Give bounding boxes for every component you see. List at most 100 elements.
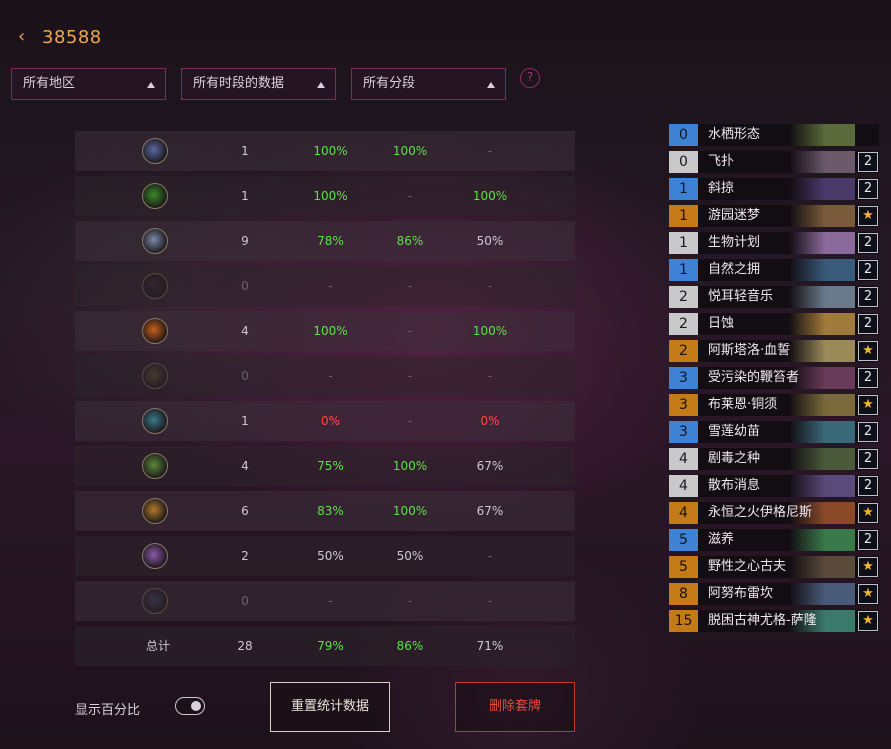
winrate-first: - [407,189,413,203]
table-row[interactable]: 4 75% 100% 67% [75,446,575,486]
table-row[interactable]: 2 50% 50% - [75,536,575,576]
card-row[interactable]: 2 悦耳轻音乐 2 [669,286,879,308]
hunter-class-icon [142,453,168,479]
reset-stats-button[interactable]: 重置统计数据 [270,682,390,732]
card-cost: 5 [669,529,698,551]
class-icon-cell [140,356,170,396]
card-row[interactable]: 1 生物计划 2 [669,232,879,254]
games-count: 1 [241,144,249,158]
legendary-star-icon: ★ [858,503,878,523]
legendary-star-icon: ★ [858,557,878,577]
games-count: 6 [241,504,249,518]
legendary-star-icon: ★ [858,341,878,361]
winrate-second: 100% [472,189,508,203]
back-chevron-icon[interactable]: ‹ [18,26,34,48]
region-filter-dropdown[interactable]: 所有地区 [11,68,166,100]
card-art [789,529,855,551]
winrate-total: 83% [317,504,344,518]
card-name: 永恒之火伊格尼斯 [708,505,813,520]
card-count: 2 [858,179,878,199]
total-label: 总计 [145,639,170,653]
winrate-second: 0% [480,414,500,428]
total-winrate-first: 86% [396,639,424,653]
card-row[interactable]: 15 脱困古神尤格-萨隆 ★ [669,610,879,632]
card-row[interactable]: 3 受污染的鞭笞者 2 [669,367,879,389]
card-art [789,421,855,443]
delete-deck-button[interactable]: 删除套牌 [455,682,575,732]
rank-filter-label: 所有分段 [363,76,416,91]
card-count: 2 [858,449,878,469]
class-icon-cell [140,446,170,486]
dropdown-arrow-icon [147,82,155,88]
total-winrate-second: 71% [476,639,504,653]
card-cost: 4 [669,502,698,524]
card-name: 斜掠 [708,181,735,196]
total-row: 总计 28 79% 86% 71% [75,626,575,666]
winrate-first: - [407,414,413,428]
table-row[interactable]: 1 100% 100% - [75,131,575,171]
card-cost: 1 [669,178,698,200]
winrate-total: 78% [317,234,344,248]
table-row[interactable]: 6 83% 100% 67% [75,491,575,531]
card-cost: 0 [669,151,698,173]
card-art [789,448,855,470]
card-name: 阿努布雷坎 [708,586,774,601]
card-row[interactable]: 5 滋养 2 [669,529,879,551]
table-row[interactable]: 9 78% 86% 50% [75,221,575,261]
rank-filter-dropdown[interactable]: 所有分段 [351,68,506,100]
games-count: 4 [241,324,249,338]
card-row[interactable]: 0 水栖形态 [669,124,879,146]
help-icon[interactable]: ? [520,68,540,88]
winrate-first: 100% [392,504,428,518]
card-row[interactable]: 2 阿斯塔洛·血誓 ★ [669,340,879,362]
card-row[interactable]: 1 自然之拥 2 [669,259,879,281]
winrate-total: - [328,594,333,608]
card-cost: 1 [669,232,698,254]
card-row[interactable]: 1 游园迷梦 ★ [669,205,879,227]
card-row[interactable]: 3 雪莲幼苗 2 [669,421,879,443]
table-row[interactable]: 0 - - - [75,581,575,621]
card-count: 2 [858,152,878,172]
total-winrate: 79% [317,639,344,653]
card-row[interactable]: 4 永恒之火伊格尼斯 ★ [669,502,879,524]
card-cost: 1 [669,205,698,227]
card-cost: 3 [669,394,698,416]
card-name: 生物计划 [708,235,761,250]
card-name: 散布消息 [708,478,761,493]
card-cost: 4 [669,448,698,470]
card-row[interactable]: 5 野性之心古夫 ★ [669,556,879,578]
druid-class-icon [142,228,168,254]
card-count: 2 [858,368,878,388]
show-percent-toggle[interactable] [175,697,205,715]
class-icon-cell [140,176,170,216]
time-filter-dropdown[interactable]: 所有时段的数据 [181,68,336,100]
card-row[interactable]: 3 布莱恩·铜须 ★ [669,394,879,416]
time-filter-label: 所有时段的数据 [193,76,285,91]
table-row[interactable]: 1 100% - 100% [75,176,575,216]
card-row[interactable]: 4 剧毒之种 2 [669,448,879,470]
card-art [789,232,855,254]
card-art [789,259,855,281]
winrate-first: - [407,279,413,293]
table-row[interactable]: 1 0% - 0% [75,401,575,441]
table-row[interactable]: 0 - - - [75,266,575,306]
winrate-total: 100% [313,324,348,338]
card-cost: 2 [669,286,698,308]
winrate-second: 67% [476,459,504,473]
games-count: 4 [241,459,249,473]
card-row[interactable]: 8 阿努布雷坎 ★ [669,583,879,605]
winrate-second: 50% [476,234,504,248]
card-row[interactable]: 4 散布消息 2 [669,475,879,497]
card-art [789,340,855,362]
death-knight-class-icon [142,588,168,614]
table-row[interactable]: 4 100% - 100% [75,311,575,351]
winrate-total: 100% [313,189,348,203]
card-row[interactable]: 2 日蚀 2 [669,313,879,335]
card-art [789,556,855,578]
card-row[interactable]: 1 斜掠 2 [669,178,879,200]
table-row[interactable]: 0 - - - [75,356,575,396]
winrate-second: 100% [472,324,508,338]
card-art [789,475,855,497]
card-name: 野性之心古夫 [708,559,787,574]
card-row[interactable]: 0 飞扑 2 [669,151,879,173]
